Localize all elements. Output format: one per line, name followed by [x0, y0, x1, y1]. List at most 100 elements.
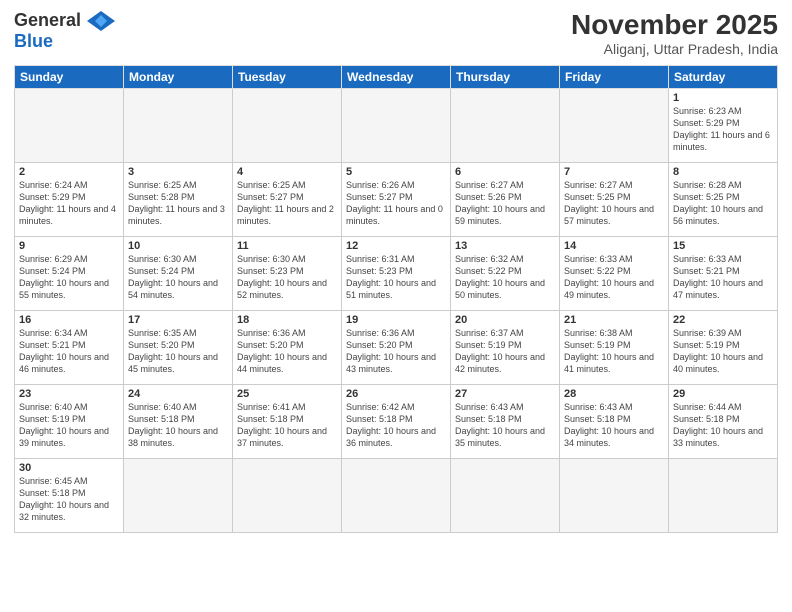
table-row — [560, 458, 669, 532]
table-row — [233, 88, 342, 162]
table-row: 21Sunrise: 6:38 AM Sunset: 5:19 PM Dayli… — [560, 310, 669, 384]
col-tuesday: Tuesday — [233, 65, 342, 88]
table-row: 5Sunrise: 6:26 AM Sunset: 5:27 PM Daylig… — [342, 162, 451, 236]
calendar-header-row: Sunday Monday Tuesday Wednesday Thursday… — [15, 65, 778, 88]
table-row: 19Sunrise: 6:36 AM Sunset: 5:20 PM Dayli… — [342, 310, 451, 384]
calendar: Sunday Monday Tuesday Wednesday Thursday… — [14, 65, 778, 533]
day-number: 14 — [564, 240, 664, 252]
table-row — [342, 88, 451, 162]
table-row: 15Sunrise: 6:33 AM Sunset: 5:21 PM Dayli… — [669, 236, 778, 310]
day-info: Sunrise: 6:43 AM Sunset: 5:18 PM Dayligh… — [564, 401, 664, 450]
table-row — [342, 458, 451, 532]
day-number: 8 — [673, 166, 773, 178]
subtitle: Aliganj, Uttar Pradesh, India — [571, 41, 778, 57]
table-row: 6Sunrise: 6:27 AM Sunset: 5:26 PM Daylig… — [451, 162, 560, 236]
logo-blue-text: Blue — [14, 31, 53, 52]
day-number: 30 — [19, 462, 119, 474]
table-row: 22Sunrise: 6:39 AM Sunset: 5:19 PM Dayli… — [669, 310, 778, 384]
table-row: 25Sunrise: 6:41 AM Sunset: 5:18 PM Dayli… — [233, 384, 342, 458]
day-info: Sunrise: 6:41 AM Sunset: 5:18 PM Dayligh… — [237, 401, 337, 450]
col-thursday: Thursday — [451, 65, 560, 88]
day-number: 3 — [128, 166, 228, 178]
table-row — [124, 88, 233, 162]
day-number: 27 — [455, 388, 555, 400]
day-number: 11 — [237, 240, 337, 252]
day-number: 21 — [564, 314, 664, 326]
day-info: Sunrise: 6:32 AM Sunset: 5:22 PM Dayligh… — [455, 253, 555, 302]
month-title: November 2025 — [571, 10, 778, 41]
table-row: 10Sunrise: 6:30 AM Sunset: 5:24 PM Dayli… — [124, 236, 233, 310]
day-number: 24 — [128, 388, 228, 400]
table-row — [560, 88, 669, 162]
day-info: Sunrise: 6:33 AM Sunset: 5:22 PM Dayligh… — [564, 253, 664, 302]
table-row — [124, 458, 233, 532]
table-row: 4Sunrise: 6:25 AM Sunset: 5:27 PM Daylig… — [233, 162, 342, 236]
table-row: 26Sunrise: 6:42 AM Sunset: 5:18 PM Dayli… — [342, 384, 451, 458]
table-row: 16Sunrise: 6:34 AM Sunset: 5:21 PM Dayli… — [15, 310, 124, 384]
table-row: 17Sunrise: 6:35 AM Sunset: 5:20 PM Dayli… — [124, 310, 233, 384]
day-info: Sunrise: 6:33 AM Sunset: 5:21 PM Dayligh… — [673, 253, 773, 302]
day-number: 1 — [673, 92, 773, 104]
day-info: Sunrise: 6:26 AM Sunset: 5:27 PM Dayligh… — [346, 179, 446, 228]
table-row: 28Sunrise: 6:43 AM Sunset: 5:18 PM Dayli… — [560, 384, 669, 458]
day-info: Sunrise: 6:27 AM Sunset: 5:25 PM Dayligh… — [564, 179, 664, 228]
table-row: 2Sunrise: 6:24 AM Sunset: 5:29 PM Daylig… — [15, 162, 124, 236]
day-info: Sunrise: 6:23 AM Sunset: 5:29 PM Dayligh… — [673, 105, 773, 154]
day-number: 10 — [128, 240, 228, 252]
table-row — [15, 88, 124, 162]
table-row: 18Sunrise: 6:36 AM Sunset: 5:20 PM Dayli… — [233, 310, 342, 384]
day-info: Sunrise: 6:37 AM Sunset: 5:19 PM Dayligh… — [455, 327, 555, 376]
day-info: Sunrise: 6:45 AM Sunset: 5:18 PM Dayligh… — [19, 475, 119, 524]
table-row: 8Sunrise: 6:28 AM Sunset: 5:25 PM Daylig… — [669, 162, 778, 236]
table-row — [233, 458, 342, 532]
table-row: 29Sunrise: 6:44 AM Sunset: 5:18 PM Dayli… — [669, 384, 778, 458]
day-number: 9 — [19, 240, 119, 252]
col-monday: Monday — [124, 65, 233, 88]
day-info: Sunrise: 6:28 AM Sunset: 5:25 PM Dayligh… — [673, 179, 773, 228]
col-friday: Friday — [560, 65, 669, 88]
header: General Blue November 2025 Aliganj, Utta… — [14, 10, 778, 57]
title-section: November 2025 Aliganj, Uttar Pradesh, In… — [571, 10, 778, 57]
day-info: Sunrise: 6:39 AM Sunset: 5:19 PM Dayligh… — [673, 327, 773, 376]
table-row: 23Sunrise: 6:40 AM Sunset: 5:19 PM Dayli… — [15, 384, 124, 458]
day-info: Sunrise: 6:44 AM Sunset: 5:18 PM Dayligh… — [673, 401, 773, 450]
day-number: 15 — [673, 240, 773, 252]
day-number: 12 — [346, 240, 446, 252]
table-row: 14Sunrise: 6:33 AM Sunset: 5:22 PM Dayli… — [560, 236, 669, 310]
logo: General Blue — [14, 10, 115, 52]
day-number: 29 — [673, 388, 773, 400]
day-info: Sunrise: 6:24 AM Sunset: 5:29 PM Dayligh… — [19, 179, 119, 228]
table-row: 1Sunrise: 6:23 AM Sunset: 5:29 PM Daylig… — [669, 88, 778, 162]
day-info: Sunrise: 6:35 AM Sunset: 5:20 PM Dayligh… — [128, 327, 228, 376]
col-wednesday: Wednesday — [342, 65, 451, 88]
day-info: Sunrise: 6:29 AM Sunset: 5:24 PM Dayligh… — [19, 253, 119, 302]
day-info: Sunrise: 6:36 AM Sunset: 5:20 PM Dayligh… — [346, 327, 446, 376]
table-row — [451, 458, 560, 532]
day-number: 17 — [128, 314, 228, 326]
day-number: 4 — [237, 166, 337, 178]
table-row: 30Sunrise: 6:45 AM Sunset: 5:18 PM Dayli… — [15, 458, 124, 532]
table-row: 27Sunrise: 6:43 AM Sunset: 5:18 PM Dayli… — [451, 384, 560, 458]
day-number: 18 — [237, 314, 337, 326]
day-info: Sunrise: 6:27 AM Sunset: 5:26 PM Dayligh… — [455, 179, 555, 228]
day-number: 28 — [564, 388, 664, 400]
col-saturday: Saturday — [669, 65, 778, 88]
day-number: 2 — [19, 166, 119, 178]
day-info: Sunrise: 6:30 AM Sunset: 5:23 PM Dayligh… — [237, 253, 337, 302]
day-info: Sunrise: 6:34 AM Sunset: 5:21 PM Dayligh… — [19, 327, 119, 376]
day-info: Sunrise: 6:36 AM Sunset: 5:20 PM Dayligh… — [237, 327, 337, 376]
table-row: 7Sunrise: 6:27 AM Sunset: 5:25 PM Daylig… — [560, 162, 669, 236]
table-row: 12Sunrise: 6:31 AM Sunset: 5:23 PM Dayli… — [342, 236, 451, 310]
day-number: 20 — [455, 314, 555, 326]
day-info: Sunrise: 6:38 AM Sunset: 5:19 PM Dayligh… — [564, 327, 664, 376]
table-row: 24Sunrise: 6:40 AM Sunset: 5:18 PM Dayli… — [124, 384, 233, 458]
day-number: 26 — [346, 388, 446, 400]
day-number: 16 — [19, 314, 119, 326]
table-row: 9Sunrise: 6:29 AM Sunset: 5:24 PM Daylig… — [15, 236, 124, 310]
table-row: 20Sunrise: 6:37 AM Sunset: 5:19 PM Dayli… — [451, 310, 560, 384]
day-number: 22 — [673, 314, 773, 326]
col-sunday: Sunday — [15, 65, 124, 88]
table-row: 11Sunrise: 6:30 AM Sunset: 5:23 PM Dayli… — [233, 236, 342, 310]
logo-icon — [87, 11, 115, 31]
day-info: Sunrise: 6:25 AM Sunset: 5:27 PM Dayligh… — [237, 179, 337, 228]
